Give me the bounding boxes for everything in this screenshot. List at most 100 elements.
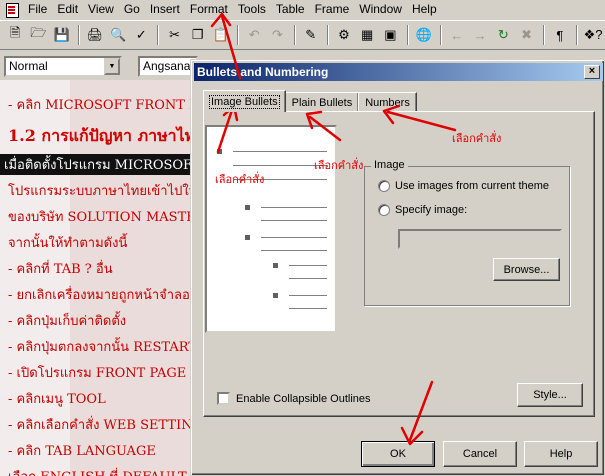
tab-numbers[interactable]: Numbers [358, 92, 417, 112]
tab-image-bullets[interactable]: Image Bullets [203, 90, 286, 112]
tab-label: Numbers [365, 96, 410, 109]
bullet-marker [217, 149, 222, 154]
menu-file[interactable]: File [23, 0, 52, 19]
preview-line [261, 250, 327, 251]
bullet-marker [245, 235, 250, 240]
menu-frame[interactable]: Frame [310, 0, 355, 19]
bullet-marker [273, 263, 278, 268]
cut-icon[interactable]: ✂ [163, 24, 185, 46]
open-icon[interactable]: 🗁 [27, 24, 49, 46]
annotation-select-command: เลือกคำสั่ง [314, 159, 364, 172]
menu-window[interactable]: Window [354, 0, 407, 19]
paste-icon[interactable]: 📋 [210, 24, 232, 46]
menu-help[interactable]: Help [407, 0, 442, 19]
doc-line: - คลิกที่ TAB ? อื่น [8, 262, 113, 277]
toolbar-separator [157, 25, 160, 45]
dialog-tabs: Image Bullets Plain Bullets Numbers [203, 90, 417, 112]
browse-button[interactable]: Browse... [493, 258, 560, 281]
preview-line [289, 295, 327, 296]
toolbar-separator [237, 25, 240, 45]
radio-use-current-theme[interactable]: Use images from current theme [378, 180, 549, 192]
doc-heading: 1.2 การแก้ปัญหา ภาษาไทย [8, 126, 205, 145]
checkbox-label: Enable Collapsible Outlines [236, 392, 371, 405]
doc-line: - คลิก TAB LANGUAGE [8, 444, 156, 459]
refresh-icon[interactable]: ↻ [492, 24, 514, 46]
radio-button[interactable] [378, 204, 390, 216]
style-select[interactable]: Normal ▼ [4, 55, 122, 77]
bullet-marker [245, 205, 250, 210]
forward-icon[interactable]: → [469, 24, 491, 46]
cancel-button[interactable]: Cancel [443, 441, 517, 467]
print-icon[interactable]: 🖨 [84, 24, 106, 46]
image-group-label: Image [371, 159, 408, 171]
menu-tools[interactable]: Tools [233, 0, 271, 19]
print-preview-icon[interactable]: 🔍 [107, 24, 129, 46]
help-button[interactable]: Help [524, 441, 598, 467]
doc-line: - ยกเลิกเครื่องหมายถูกหน้าจำลอง C [8, 288, 211, 303]
radio-label: Use images from current theme [395, 180, 550, 192]
menu-view[interactable]: View [83, 0, 119, 19]
help-icon[interactable]: ❖? [582, 24, 604, 46]
tab-label: Image Bullets [209, 94, 280, 109]
enable-collapsible-outlines[interactable]: Enable Collapsible Outlines [217, 392, 371, 405]
dialog-titlebar[interactable]: Bullets and Numbering × [194, 63, 603, 81]
menu-table[interactable]: Table [271, 0, 310, 19]
ok-button[interactable]: OK [361, 441, 435, 467]
standard-toolbar: 🗎 🗁 💾 🖨 🔍 ✓ ✂ ❐ 📋 ↶ ↷ ✎ ⚙ ▦ ▣ 🌐 ← → ↻ ✖ … [0, 20, 605, 50]
menu-insert[interactable]: Insert [145, 0, 185, 19]
toolbar-separator [326, 25, 329, 45]
style-button[interactable]: Style... [517, 383, 583, 407]
preview-line [233, 151, 327, 152]
tab-label: Plain Bullets [291, 96, 353, 109]
toolbar-separator [406, 25, 409, 45]
toolbar-separator [293, 25, 296, 45]
doc-line: - คลิกเลือกคำสั่ง WEB SETTINGS [8, 418, 212, 433]
doc-line: - คลิกปุ่มเก็บค่าติดตั้ง [8, 314, 127, 329]
toolbar-separator [575, 25, 578, 45]
close-icon[interactable]: × [584, 65, 600, 79]
radio-specify-image[interactable]: Specify image: [378, 204, 467, 216]
doc-line: จากนั้นให้ทำตามดังนี้ [8, 236, 128, 251]
bullets-and-numbering-dialog: Bullets and Numbering × Image Bullets Pl… [190, 59, 605, 476]
app-document-icon[interactable] [4, 2, 20, 18]
radio-label: Specify image: [395, 204, 468, 216]
preview-line [233, 165, 327, 166]
navigation-icon[interactable]: ⚙ [333, 24, 355, 46]
doc-line: - คลิกเมนู TOOL [8, 392, 106, 407]
table-icon[interactable]: ▦ [356, 24, 378, 46]
chevron-down-icon[interactable]: ▼ [104, 57, 120, 75]
checkbox[interactable] [217, 392, 230, 405]
spelling-icon[interactable]: ✓ [130, 24, 152, 46]
toolbar-separator [439, 25, 442, 45]
dialog-title: Bullets and Numbering [197, 65, 329, 79]
radio-button[interactable] [378, 180, 390, 192]
preview-line [261, 207, 327, 208]
toolbar-separator [77, 25, 80, 45]
font-select[interactable]: AngsanaU [138, 55, 199, 77]
menu-edit[interactable]: Edit [52, 0, 83, 19]
stop-icon[interactable]: ✖ [515, 24, 537, 46]
menu-format[interactable]: Format [185, 0, 233, 19]
specify-image-field[interactable] [398, 229, 562, 249]
annotation-select-command: เลือกคำสั่ง [215, 173, 265, 186]
doc-line: - เปิดโปรแกรม FRONT PAGE [8, 366, 187, 381]
back-icon[interactable]: ← [446, 24, 468, 46]
preview-line [289, 308, 327, 309]
paragraph-icon[interactable]: ¶ [549, 24, 571, 46]
preview-line [289, 278, 327, 279]
annotation-select-command: เลือกคำสั่ง [452, 132, 502, 145]
preview-line [261, 237, 327, 238]
new-icon[interactable]: 🗎 [4, 24, 26, 46]
tab-plain-bullets[interactable]: Plain Bullets [284, 92, 360, 112]
menu-go[interactable]: Go [119, 0, 145, 19]
web-icon[interactable]: 🌐 [413, 24, 435, 46]
redo-icon[interactable]: ↷ [266, 24, 288, 46]
doc-line: โปรแกรมระบบภาษาไทยเข้าไปในไ [8, 184, 205, 199]
image-icon[interactable]: ▣ [379, 24, 401, 46]
style-select-value: Normal [9, 59, 48, 73]
copy-icon[interactable]: ❐ [187, 24, 209, 46]
toolbar-separator [542, 25, 545, 45]
format-painter-icon[interactable]: ✎ [300, 24, 322, 46]
save-icon[interactable]: 💾 [50, 24, 72, 46]
undo-icon[interactable]: ↶ [243, 24, 265, 46]
